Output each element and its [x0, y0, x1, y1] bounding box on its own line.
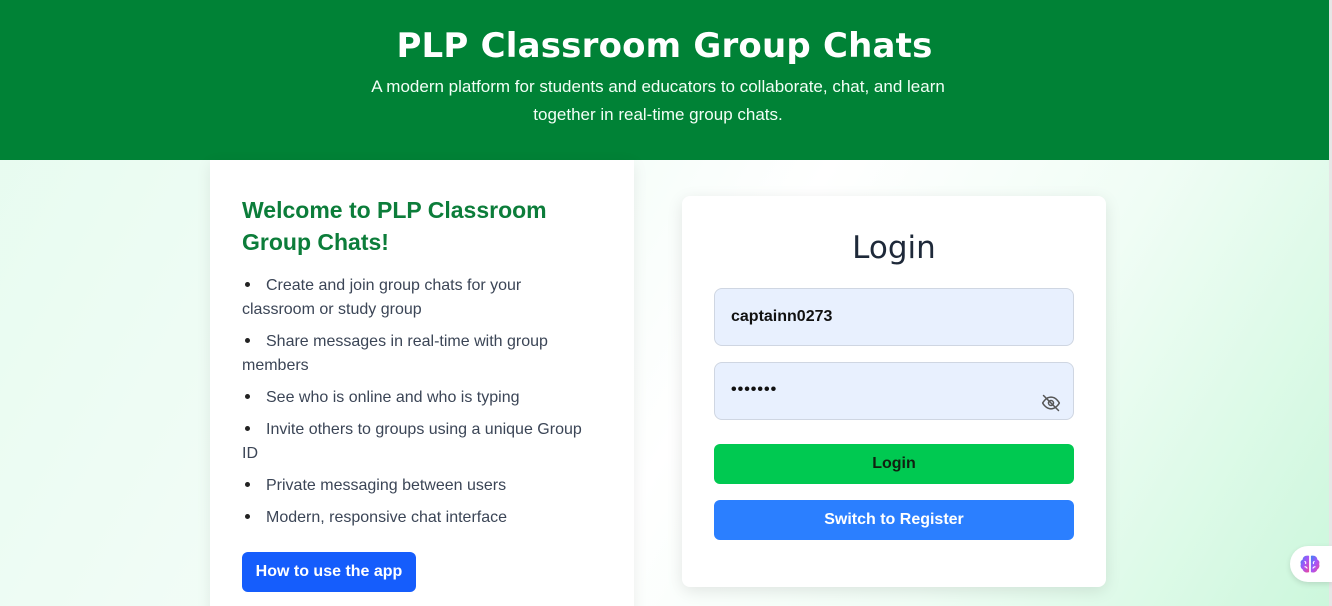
feature-text: Create and join group chats for your cla… — [242, 277, 522, 318]
bullet-icon — [245, 513, 250, 519]
bullet-icon — [245, 337, 250, 343]
bullet-icon — [245, 425, 250, 431]
feature-text: Modern, responsive chat interface — [266, 509, 508, 526]
brain-icon[interactable] — [1299, 554, 1321, 574]
feature-text: Private messaging between users — [266, 477, 507, 494]
feature-item: See who is online and who is typing — [242, 386, 602, 410]
feature-item: Private messaging between users — [242, 474, 602, 498]
feature-item: Create and join group chats for your cla… — [242, 274, 602, 322]
feature-text: Share messages in real-time with group m… — [242, 333, 548, 374]
username-field[interactable] — [714, 288, 1074, 346]
switch-to-register-button[interactable]: Switch to Register — [714, 500, 1074, 540]
login-button[interactable]: Login — [714, 444, 1074, 484]
feature-list: Create and join group chats for your cla… — [242, 274, 602, 530]
password-field[interactable] — [714, 362, 1074, 420]
feature-text: Invite others to groups using a unique G… — [242, 421, 582, 462]
login-card: Login Login Switch to Register — [682, 196, 1106, 587]
bullet-icon — [245, 481, 250, 487]
username-input[interactable] — [715, 289, 1073, 345]
feature-item: Invite others to groups using a unique G… — [242, 418, 602, 466]
feature-text: See who is online and who is typing — [266, 389, 520, 406]
how-to-use-button[interactable]: How to use the app — [242, 552, 416, 592]
assistant-widget[interactable] — [1290, 546, 1332, 582]
welcome-heading: Welcome to PLP Classroom Group Chats! — [242, 197, 547, 255]
login-title: Login — [852, 230, 936, 266]
bullet-icon — [245, 393, 250, 399]
app-subtitle: A modern platform for students and educa… — [371, 77, 945, 124]
feature-item: Modern, responsive chat interface — [242, 506, 602, 530]
password-input[interactable] — [715, 363, 1073, 419]
feature-item: Share messages in real-time with group m… — [242, 330, 602, 378]
app-title: PLP Classroom Group Chats — [396, 26, 933, 66]
page-header: PLP Classroom Group Chats A modern platf… — [0, 0, 1329, 160]
welcome-panel: Welcome to PLP Classroom Group Chats! Cr… — [210, 160, 634, 606]
eye-off-icon[interactable] — [1041, 393, 1061, 413]
bullet-icon — [245, 281, 250, 287]
